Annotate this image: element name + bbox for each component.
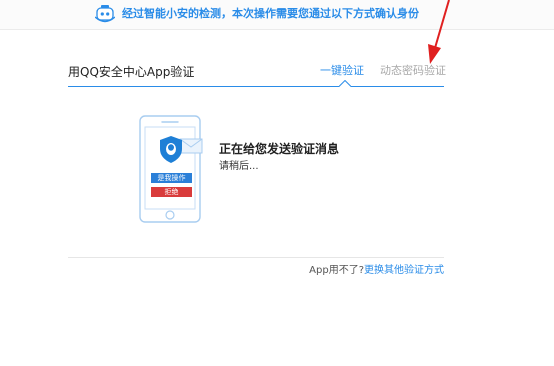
tab-one-key-verify[interactable]: 一键验证	[320, 64, 364, 78]
footer-divider	[68, 257, 444, 258]
change-verification-method-link[interactable]: 更换其他验证方式	[364, 265, 444, 276]
robot-icon	[95, 5, 115, 23]
notice-bar: 经过智能小安的检测，本次操作需要您通过以下方式确认身份	[0, 0, 554, 30]
footer-question: App用不了?	[309, 265, 364, 276]
notice-text: 经过智能小安的检测，本次操作需要您通过以下方式确认身份	[122, 7, 419, 20]
confirm-it-was-me-button[interactable]: 是我操作	[151, 173, 192, 183]
page-title: 用QQ安全中心App验证	[68, 65, 195, 79]
status-title: 正在给您发送验证消息	[219, 142, 340, 156]
annotation-arrow-icon	[428, 0, 450, 64]
tab-dynamic-password-verify[interactable]: 动态密码验证	[380, 64, 446, 78]
footer-row: App用不了?更换其他验证方式	[309, 264, 444, 277]
active-tab-caret-icon	[339, 80, 351, 87]
reject-button[interactable]: 拒绝	[151, 187, 192, 197]
status-subtitle: 请稍后...	[219, 161, 259, 172]
header-divider	[68, 86, 444, 87]
verification-page: 经过智能小安的检测，本次操作需要您通过以下方式确认身份 用QQ安全中心App验证…	[0, 0, 554, 366]
phone-illustration	[139, 115, 203, 223]
